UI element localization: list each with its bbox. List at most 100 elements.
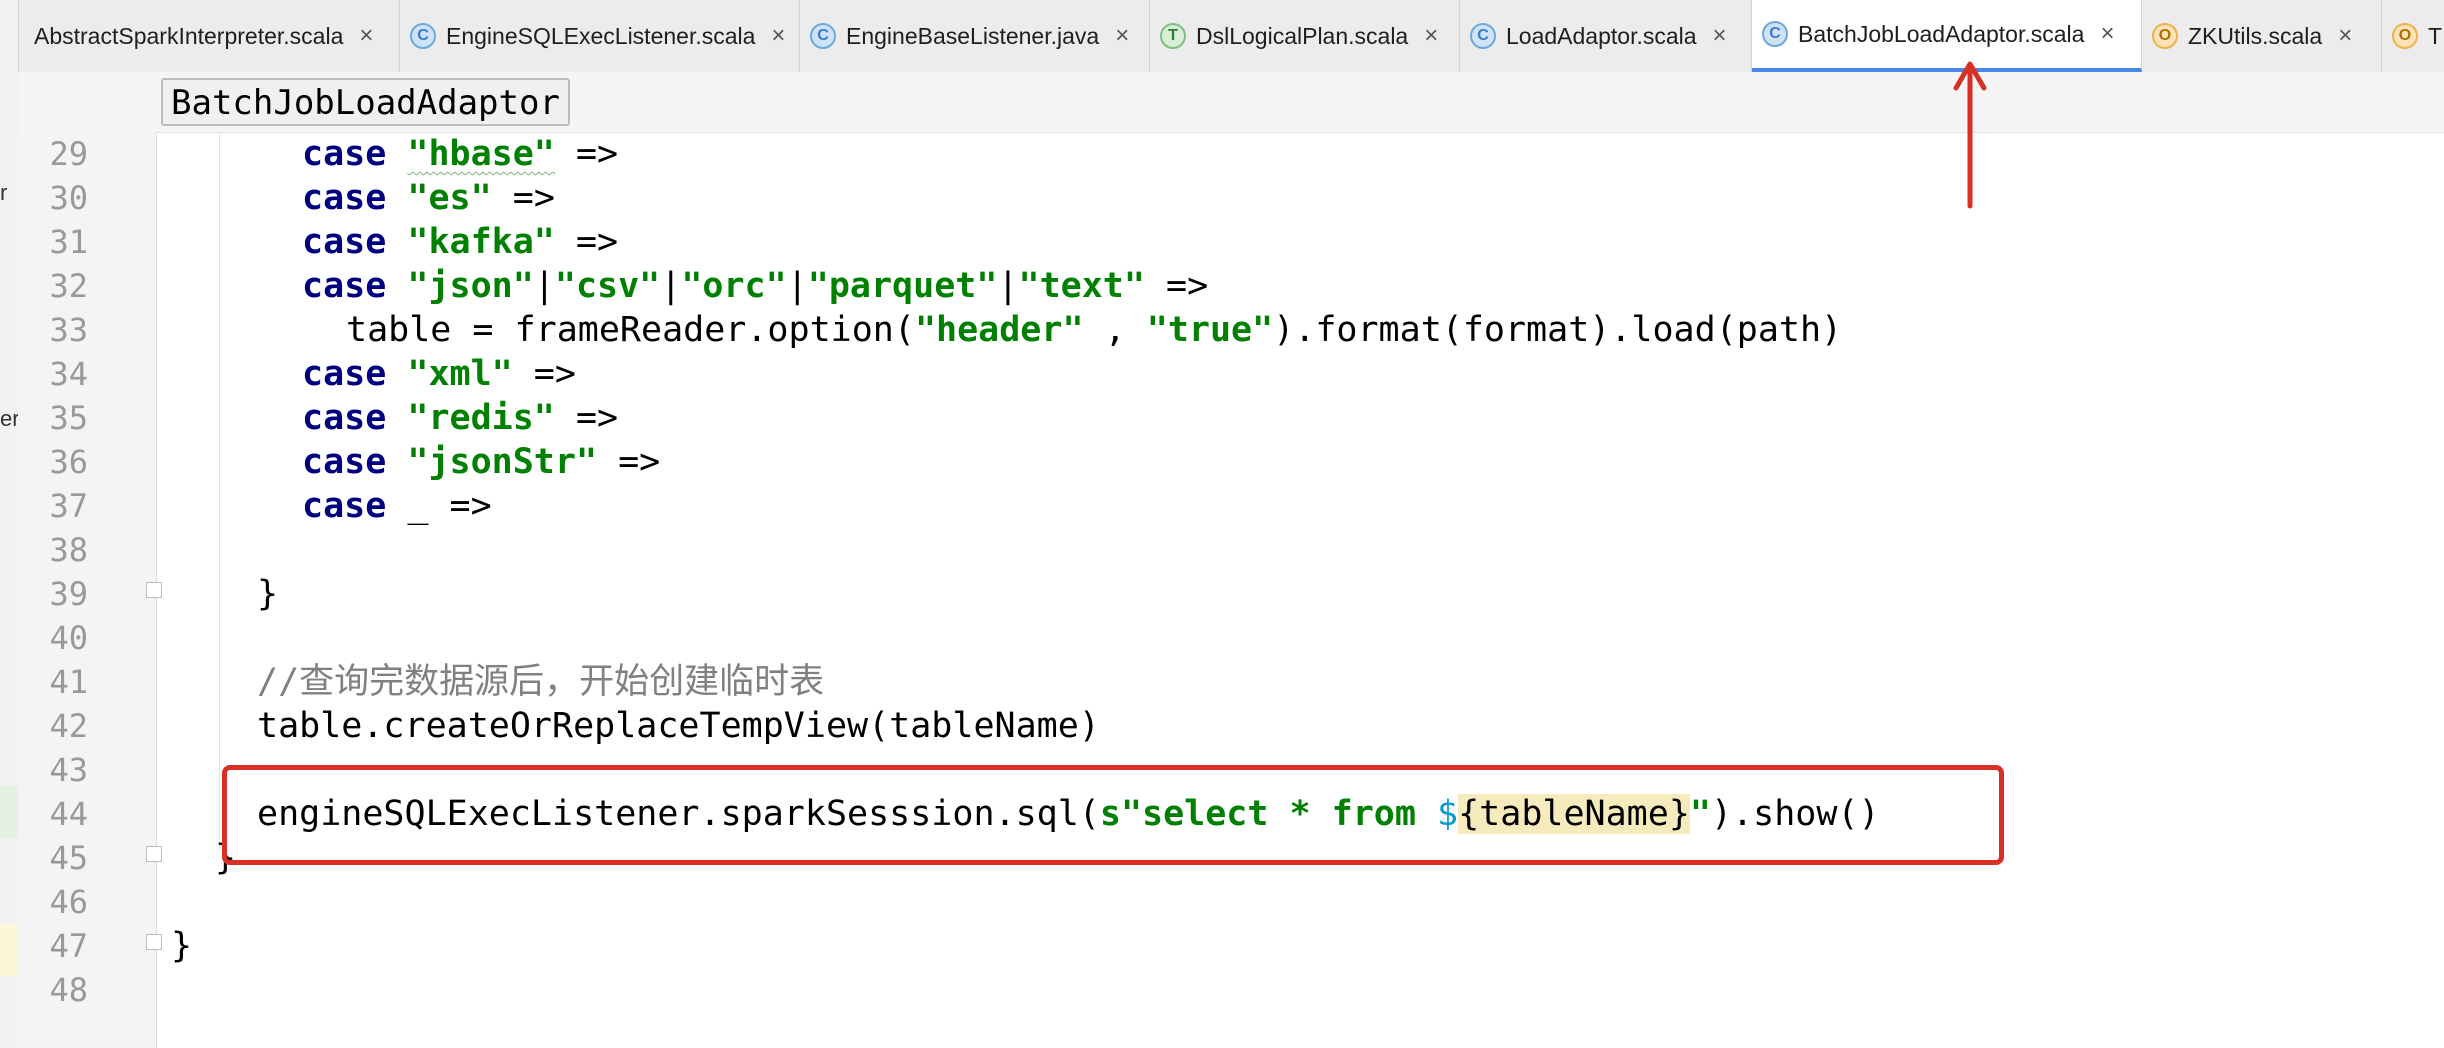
line-number: 35 xyxy=(49,399,88,437)
keyword: case xyxy=(302,222,387,262)
code-text: => xyxy=(512,354,576,394)
change-marker xyxy=(0,786,18,838)
string-literal: "redis" xyxy=(407,398,555,438)
line-number: 29 xyxy=(49,135,88,173)
tab-engine-sql-exec-listener[interactable]: C EngineSQLExecListener.scala × xyxy=(400,0,800,72)
code-line-47: } xyxy=(171,924,192,968)
tab-zkutils[interactable]: O ZKUtils.scala × xyxy=(2142,0,2382,72)
string-literal: "header" xyxy=(914,310,1084,350)
code-text: | xyxy=(997,266,1019,306)
tab-dsl-logical-plan[interactable]: T DslLogicalPlan.scala × xyxy=(1150,0,1460,72)
code-text: } xyxy=(171,926,193,966)
breadcrumb-bar: BatchJobLoadAdaptor xyxy=(18,72,2444,133)
code-text: _ => xyxy=(386,486,492,526)
close-icon[interactable]: × xyxy=(1713,22,1727,50)
keyword: case xyxy=(302,266,387,306)
line-number: 30 xyxy=(49,179,88,217)
code-line-29: case "hbase" => xyxy=(302,132,618,176)
code-line-35: case "redis" => xyxy=(302,396,618,440)
line-number: 45 xyxy=(49,839,88,877)
string-literal: "xml" xyxy=(407,354,513,394)
keyword: case xyxy=(302,486,387,526)
line-number: 39 xyxy=(49,575,88,613)
code-line-34: case "xml" => xyxy=(302,352,576,396)
line-number: 46 xyxy=(49,883,88,921)
line-number: 34 xyxy=(49,355,88,393)
code-text: } xyxy=(257,574,279,614)
object-icon: O xyxy=(2152,23,2178,49)
close-icon[interactable]: × xyxy=(1115,22,1129,50)
editor-tab-bar: AbstractSparkInterpreter.scala × C Engin… xyxy=(0,0,2444,73)
line-number-gutter: 29 30 31 32 33 34 35 36 37 38 39 40 41 4… xyxy=(18,132,157,1048)
string-literal: "orc" xyxy=(681,266,787,306)
code-line-41: //查询完数据源后，开始创建临时表 xyxy=(257,660,824,704)
code-text: ).format(format).load(path) xyxy=(1273,310,1843,350)
line-number: 43 xyxy=(49,751,88,789)
class-icon: C xyxy=(1470,23,1496,49)
string-literal: "true" xyxy=(1146,310,1274,350)
code-text: => xyxy=(554,134,619,174)
code-line-42: table.createOrReplaceTempView(tableName) xyxy=(257,704,1100,748)
keyword: case xyxy=(302,354,387,394)
code-line-37: case _ => xyxy=(302,484,492,528)
tab-label: ZKUtils.scala xyxy=(2188,22,2323,49)
tab-abstract-spark-interpreter[interactable]: AbstractSparkInterpreter.scala × xyxy=(0,0,400,72)
line-number: 32 xyxy=(49,267,88,305)
code-line-31: case "kafka" => xyxy=(302,220,618,264)
line-number: 33 xyxy=(49,311,88,349)
code-text: => xyxy=(1144,266,1209,306)
line-number: 48 xyxy=(49,971,88,1009)
string-literal: "kafka" xyxy=(407,222,555,262)
code-line-36: case "jsonStr" => xyxy=(302,440,660,484)
close-icon[interactable]: × xyxy=(1424,22,1438,50)
line-number: 38 xyxy=(49,531,88,569)
code-text: | xyxy=(533,266,555,306)
class-icon: C xyxy=(1762,21,1788,47)
line-number: 40 xyxy=(49,619,88,657)
code-text: => xyxy=(554,222,619,262)
keyword: case xyxy=(302,398,387,438)
class-icon: C xyxy=(410,23,436,49)
tab-overflow[interactable]: O T xyxy=(2382,0,2444,72)
keyword: case xyxy=(302,442,387,482)
string-literal: "csv" xyxy=(554,266,661,306)
line-number: 37 xyxy=(49,487,88,525)
close-icon[interactable]: × xyxy=(2338,22,2352,50)
trait-icon: T xyxy=(1160,23,1186,49)
indent-guide xyxy=(219,132,220,852)
line-number: 36 xyxy=(49,443,88,481)
line-number: 31 xyxy=(49,223,88,261)
cropped-label: r xyxy=(0,180,8,205)
keyword: case xyxy=(302,178,387,218)
code-line-32: case "json"|"csv"|"orc"|"parquet"|"text"… xyxy=(302,264,1208,308)
tab-load-adaptor[interactable]: C LoadAdaptor.scala × xyxy=(1460,0,1752,72)
tab-label: EngineBaseListener.java xyxy=(846,22,1100,49)
close-icon[interactable]: × xyxy=(771,22,785,50)
annotation-arrow-icon xyxy=(1953,61,1987,209)
line-number: 41 xyxy=(49,663,88,701)
string-literal: "es" xyxy=(407,178,492,218)
close-icon[interactable]: × xyxy=(359,22,373,50)
code-comment: //查询完数据源后，开始创建临时表 xyxy=(257,662,825,702)
tab-engine-base-listener[interactable]: C EngineBaseListener.java × xyxy=(800,0,1150,72)
object-icon: O xyxy=(2392,23,2418,49)
code-text: table.createOrReplaceTempView(tableName) xyxy=(257,706,1100,746)
line-number: 44 xyxy=(49,795,88,833)
keyword: case xyxy=(302,134,387,174)
breadcrumb[interactable]: BatchJobLoadAdaptor xyxy=(161,78,570,126)
code-text: table = frameReader.option( xyxy=(346,310,915,350)
line-number: 47 xyxy=(49,927,88,965)
code-editor[interactable]: case "hbase" => case "es" => case "kafka… xyxy=(157,132,2444,1048)
string-literal: "parquet" xyxy=(807,266,998,306)
change-marker xyxy=(0,924,18,976)
code-text: , xyxy=(1083,310,1147,350)
tab-label: LoadAdaptor.scala xyxy=(1506,22,1697,49)
code-text: => xyxy=(491,178,555,218)
code-text: => xyxy=(597,442,661,482)
code-text: | xyxy=(660,266,682,306)
code-line-30: case "es" => xyxy=(302,176,555,220)
string-literal: "text" xyxy=(1018,266,1145,306)
class-icon: C xyxy=(810,23,836,49)
annotation-highlight-box xyxy=(222,765,2004,865)
close-icon[interactable]: × xyxy=(2100,20,2114,48)
